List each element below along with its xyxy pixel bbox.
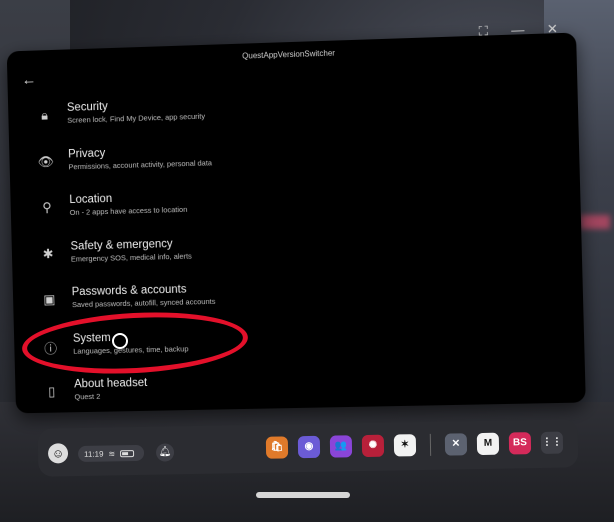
expand-icon[interactable]: ⛶ bbox=[474, 23, 493, 40]
pointer-cursor bbox=[112, 333, 128, 349]
battery-icon bbox=[120, 449, 135, 457]
settings-item-about[interactable]: ▯ About headset Quest 2 bbox=[37, 367, 576, 424]
clock: 11:19 bbox=[83, 449, 104, 459]
settings-item-subtitle: On - 2 apps have access to location bbox=[69, 204, 188, 217]
settings-item-subtitle: Saved passwords, autofill, synced accoun… bbox=[71, 296, 216, 310]
back-arrow-icon[interactable]: ← bbox=[19, 70, 39, 90]
window-controls: ⛶ — ✕ bbox=[474, 21, 562, 40]
app-meta-horizon-icon[interactable]: M bbox=[476, 432, 500, 456]
home-indicator-bar[interactable] bbox=[256, 492, 350, 498]
wifi-icon: ≋ bbox=[108, 448, 116, 458]
quest-taskbar: ☺ 11:19 ≋ 🔔︎ 🛍 ◉ 👥 ✺ ✶ ✕ M BS ⋮⋮ bbox=[37, 419, 579, 477]
asterisk-icon: ✱ bbox=[42, 245, 54, 261]
pinned-apps: 🛍 ◉ 👥 ✺ ✶ ✕ M BS ⋮⋮ bbox=[265, 431, 564, 459]
app-explore-icon[interactable]: ✕ bbox=[444, 433, 468, 456]
environment-light bbox=[580, 215, 610, 229]
app-sidequest-icon[interactable]: ✺ bbox=[361, 434, 385, 458]
close-icon[interactable]: ✕ bbox=[543, 21, 562, 38]
title-bar: ← QuestAppVersionSwitcher bbox=[7, 33, 577, 89]
location-pin-icon: ⚲ bbox=[42, 199, 52, 215]
lock-icon: 🔒︎ bbox=[40, 107, 49, 123]
settings-item-subtitle: Quest 2 bbox=[74, 391, 101, 402]
account-box-icon: ▣ bbox=[43, 291, 56, 307]
window-title: QuestAppVersionSwitcher bbox=[242, 48, 336, 61]
app-beat-saber-icon[interactable]: BS bbox=[508, 432, 532, 455]
minimize-icon[interactable]: — bbox=[508, 22, 527, 39]
app-app-grid-icon[interactable]: ⋮⋮ bbox=[540, 431, 564, 454]
app-people-icon[interactable]: 👥 bbox=[329, 435, 353, 458]
headset-icon: ▯ bbox=[48, 383, 56, 399]
settings-item-subtitle: Emergency SOS, medical info, alerts bbox=[70, 251, 192, 264]
taskbar-divider bbox=[429, 433, 432, 456]
app-store-icon[interactable]: 🛍 bbox=[265, 436, 289, 459]
app-messenger-icon[interactable]: ◉ bbox=[297, 435, 321, 459]
user-avatar[interactable]: ☺ bbox=[47, 443, 69, 464]
eye-icon: 👁︎ bbox=[37, 153, 55, 169]
app-game-icon[interactable]: ✶ bbox=[393, 434, 417, 457]
settings-item-title: About headset bbox=[73, 377, 148, 391]
quick-settings-pill[interactable]: 11:19 ≋ bbox=[77, 444, 145, 463]
notifications-bell-icon[interactable]: 🔔︎ bbox=[155, 443, 175, 462]
